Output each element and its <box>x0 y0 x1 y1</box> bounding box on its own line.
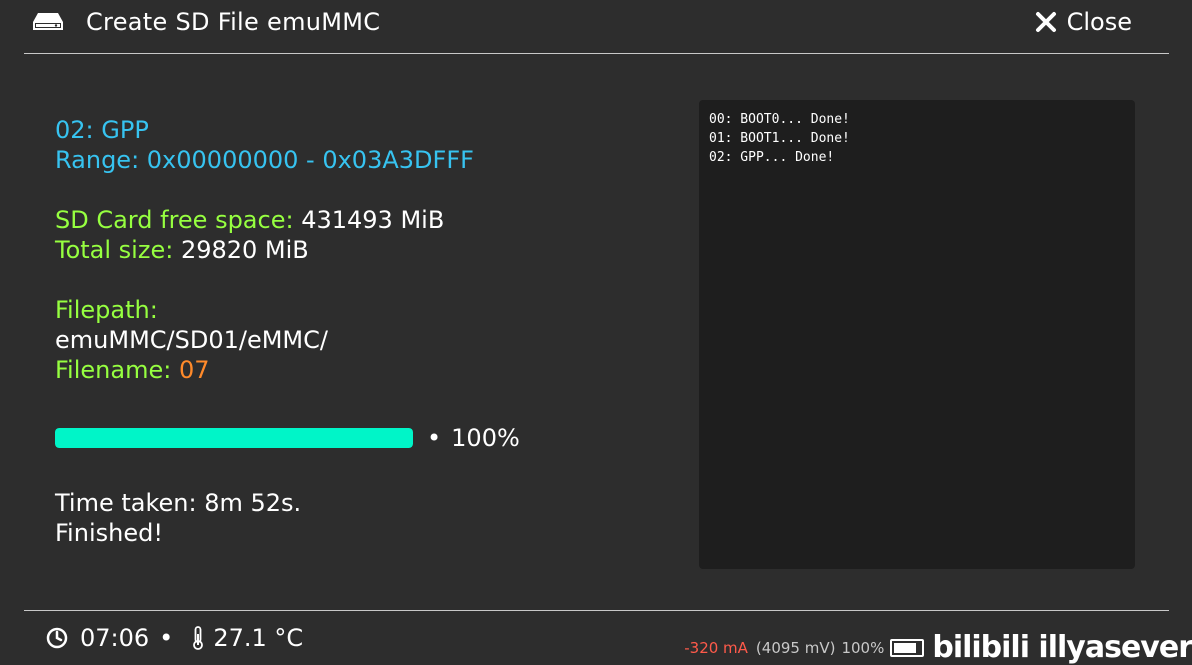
result-block: Time taken: 8m 52s. Finished! <box>55 488 301 548</box>
total-size-value: 29820 MiB <box>180 236 309 264</box>
log-lines: 00: BOOT0... Done! 01: BOOT1... Done! 02: … <box>699 100 1135 167</box>
emummc-screen: Create SD File emuMMC Close 02: GPP Rang… <box>0 0 1192 665</box>
total-size-label: Total size: <box>55 236 174 264</box>
filepath-label: Filepath: <box>55 296 158 324</box>
progress-fill <box>55 428 413 448</box>
thermometer-icon <box>193 626 204 650</box>
page-title: Create SD File emuMMC <box>86 8 381 36</box>
log-panel: 00: BOOT0... Done! 01: BOOT1... Done! 02: … <box>699 100 1135 569</box>
close-icon <box>1035 12 1056 32</box>
free-space-row: SD Card free space: 431493 MiB <box>55 205 474 235</box>
filename-row: Filename: 07 <box>55 355 474 385</box>
log-line: 00: BOOT0... Done! <box>709 112 850 127</box>
footer-separator: • <box>159 624 174 652</box>
status-message: Finished! <box>55 519 163 547</box>
progress-bar <box>55 428 413 448</box>
log-line: 01: BOOT1... Done! <box>709 131 850 146</box>
footer-divider <box>24 610 1169 611</box>
battery-icon <box>890 638 925 657</box>
drive-icon <box>33 13 63 30</box>
clock-icon <box>46 627 68 649</box>
filename-value: 07 <box>178 356 210 384</box>
free-space-value: 431493 MiB <box>301 206 445 234</box>
watermark: bilibili illyasever <box>932 630 1192 665</box>
free-space-label: SD Card free space: <box>55 206 294 234</box>
footer: 07:06 • 27.1 °C -320 mA (4095 mV) 100% b… <box>0 612 1192 665</box>
progress-separator: • <box>427 424 442 452</box>
total-size-row: Total size: 29820 MiB <box>55 235 474 265</box>
temperature-value: 27.1 °C <box>213 624 304 652</box>
header: Create SD File emuMMC Close <box>0 0 1192 54</box>
filename-label: Filename: <box>55 356 172 384</box>
clock-time: 07:06 <box>80 624 150 652</box>
dump-info: 02: GPP Range: 0x00000000 - 0x03A3DFFF S… <box>55 115 474 385</box>
progress-row: • 100% <box>55 424 520 452</box>
battery-percent: 100% <box>841 638 885 657</box>
battery-current: -320 mA <box>684 638 748 657</box>
footer-status-right: -320 mA (4095 mV) 100% bilibili illyasev… <box>684 630 1192 665</box>
close-label: Close <box>1066 8 1132 36</box>
title-bar: Create SD File emuMMC <box>32 8 380 36</box>
filepath-value: emuMMC/SD01/eMMC/ <box>55 326 328 354</box>
time-taken: Time taken: 8m 52s. <box>55 489 302 517</box>
log-line: 02: GPP... Done! <box>709 150 835 165</box>
footer-status-left: 07:06 • 27.1 °C <box>46 624 303 652</box>
battery-voltage: (4095 mV) <box>755 638 836 657</box>
partition-range: Range: 0x00000000 - 0x03A3DFFF <box>55 146 474 174</box>
partition-name: 02: GPP <box>55 116 149 144</box>
progress-percent: 100% <box>451 424 520 452</box>
header-divider <box>24 53 1169 54</box>
close-button[interactable]: Close <box>1035 8 1132 36</box>
